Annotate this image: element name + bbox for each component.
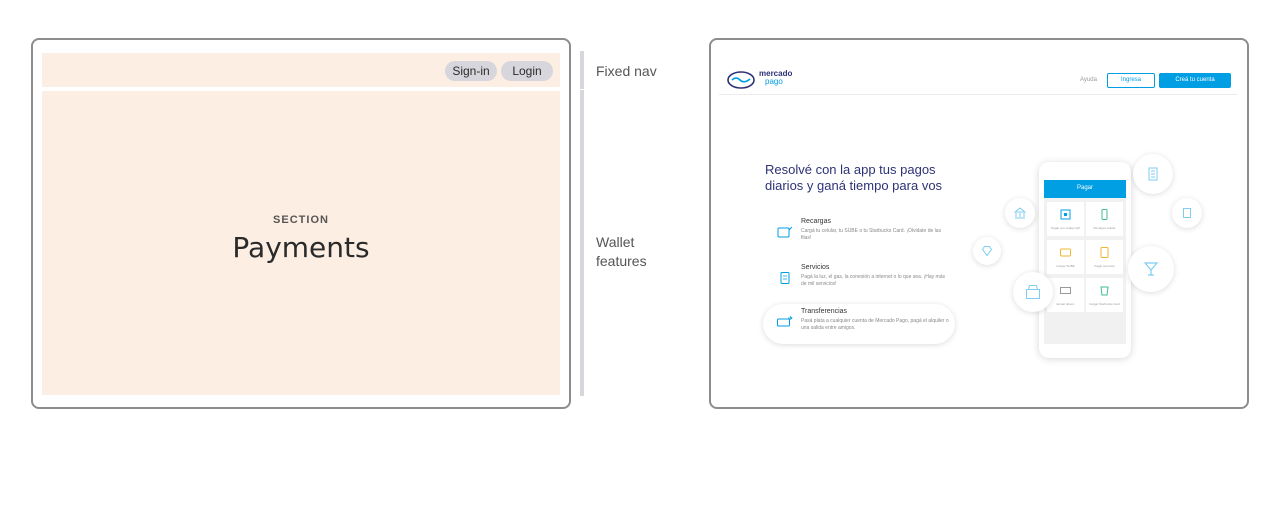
feature-title: Servicios xyxy=(801,264,830,271)
bubble-diamond xyxy=(973,237,1001,265)
cocktail-icon xyxy=(1143,262,1159,276)
nav-annotation-bracket xyxy=(580,51,584,89)
phone-cell-label: Pagar con código QR xyxy=(1051,226,1080,230)
nav-annotation-label: Fixed nav xyxy=(596,63,657,79)
bill-icon xyxy=(1100,247,1109,258)
feature-description: Cargá tu celular, tu SUBE o tu Starbucks… xyxy=(801,228,942,241)
wireframe-nav: Sign-in Login xyxy=(42,53,560,87)
phone-cell-label: Enviar dinero xyxy=(1056,302,1075,306)
phone-cell-sube[interactable]: Cargar SUBE xyxy=(1047,240,1084,274)
mockup-frame: mercado pago Ayuda Ingresa Creá tu cuent… xyxy=(709,38,1249,409)
receipt-icon xyxy=(780,272,790,284)
phone-cell-recharge[interactable]: Recargar celular xyxy=(1086,202,1123,236)
phone-grid: Pagar con código QR Recargar celular Car… xyxy=(1044,198,1126,344)
main-annotation-bracket xyxy=(580,90,584,396)
phone-mockup: Pagar Pagar con código QR Recargar celul… xyxy=(1039,162,1131,358)
phone-reload-icon xyxy=(777,226,793,238)
phone-title: Pagar xyxy=(1076,185,1093,191)
phone-cell-label: Pagar servicios xyxy=(1094,264,1115,268)
money-transfer-icon xyxy=(777,316,793,327)
phone-cell-services[interactable]: Pagar servicios xyxy=(1086,240,1123,274)
cash-icon xyxy=(1060,287,1071,294)
create-account-button[interactable]: Creá tu cuenta xyxy=(1159,73,1231,88)
ingresa-button[interactable]: Ingresa xyxy=(1107,73,1155,88)
handshake-icon xyxy=(727,71,755,89)
diamond-icon xyxy=(981,246,993,257)
hero-title: Resolvé con la app tus pagos diarios y g… xyxy=(765,162,943,193)
phone-cell-starbucks[interactable]: Cargar Starbucks Card xyxy=(1086,278,1123,312)
feature-description: Pasá plata a cualquier cuenta de Mercado… xyxy=(801,318,949,331)
building-icon xyxy=(1148,167,1158,181)
store-icon xyxy=(1026,285,1040,299)
feature-description: Pagá la luz, el gas, la conexión a inter… xyxy=(801,274,945,287)
brand-name-line2: pago xyxy=(765,77,783,86)
bank-icon xyxy=(1014,207,1026,219)
qr-icon xyxy=(1060,209,1071,220)
phone-title-bar: Pagar xyxy=(1044,180,1126,198)
wireframe-payments-section: SECTION Payments xyxy=(42,91,560,395)
section-title: Payments xyxy=(232,231,370,264)
phone-cell-label: Cargar Starbucks Card xyxy=(1089,302,1120,306)
wireframe-frame: Sign-in Login SECTION Payments xyxy=(31,38,571,409)
phone-cell-label: Recargar celular xyxy=(1093,226,1116,230)
main-annotation-label: Wallet features xyxy=(596,233,666,271)
mobile-icon xyxy=(1101,209,1108,220)
main-annotation-line2: features xyxy=(596,253,647,269)
bubble-store xyxy=(1013,272,1053,312)
bubble-cocktail xyxy=(1128,246,1174,292)
login-button[interactable]: Login xyxy=(501,61,553,81)
document-icon xyxy=(1183,208,1191,218)
section-kicker: SECTION xyxy=(273,214,329,226)
card-icon xyxy=(1060,248,1071,257)
phone-cell-qr[interactable]: Pagar con código QR xyxy=(1047,202,1084,236)
bubble-building xyxy=(1133,154,1173,194)
main-annotation-line1: Wallet xyxy=(596,234,635,250)
bubble-document xyxy=(1172,198,1202,228)
help-link[interactable]: Ayuda xyxy=(1080,77,1097,83)
signin-button[interactable]: Sign-in xyxy=(445,61,497,81)
mockup-header: mercado pago Ayuda Ingresa Creá tu cuent… xyxy=(719,65,1237,95)
feature-title: Transferencias xyxy=(801,308,848,315)
feature-title: Recargas xyxy=(801,218,831,225)
coffee-cup-icon xyxy=(1100,286,1109,296)
bubble-bank xyxy=(1005,198,1035,228)
phone-cell-label: Cargar SUBE xyxy=(1056,264,1075,268)
